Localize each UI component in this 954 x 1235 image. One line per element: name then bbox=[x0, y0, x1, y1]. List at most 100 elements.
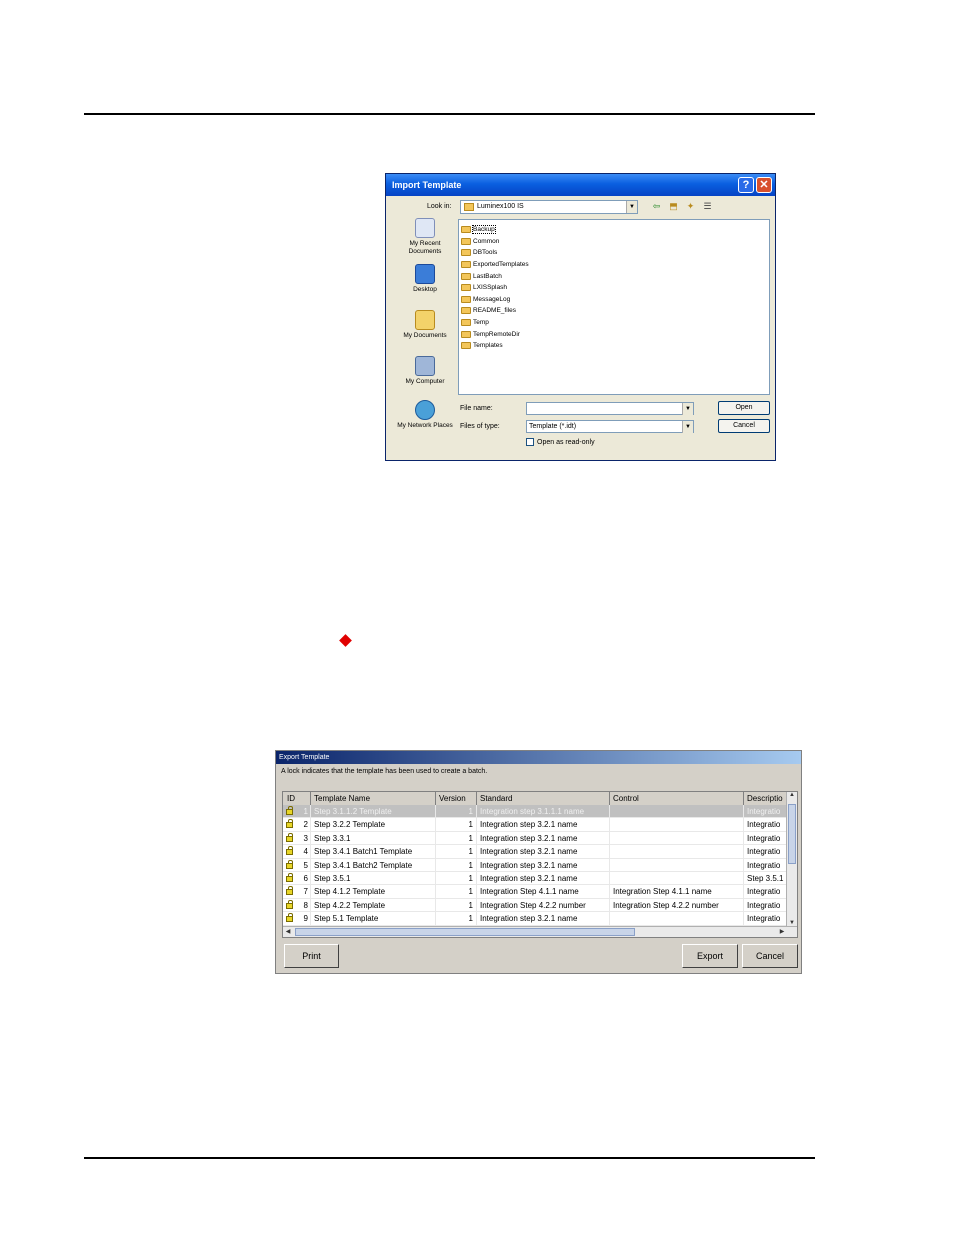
read-only-checkbox[interactable]: Open as read-only bbox=[526, 438, 595, 446]
list-item[interactable]: DBTools bbox=[461, 247, 767, 259]
navigation-toolbar: ⇦ ⬒ ✦ ☰ bbox=[650, 200, 714, 213]
header-rule bbox=[84, 113, 815, 115]
table-row[interactable]: 9 Step 5.1 Template 1 Integration step 3… bbox=[283, 912, 796, 926]
table-row[interactable]: 8 Step 4.2.2 Template 1 Integration Step… bbox=[283, 898, 796, 913]
folder-icon bbox=[464, 203, 474, 211]
chevron-down-icon[interactable]: ▼ bbox=[682, 403, 693, 415]
place-my-documents[interactable]: My Documents bbox=[394, 310, 456, 340]
folder-icon bbox=[461, 295, 471, 303]
list-item[interactable]: Templates bbox=[461, 340, 767, 352]
chevron-down-icon[interactable]: ▼ bbox=[682, 421, 693, 433]
table-row[interactable]: 4 Step 3.4.1 Batch1 Template 1 Integrati… bbox=[283, 845, 796, 859]
horizontal-scrollbar[interactable]: ◀ ▶ bbox=[283, 926, 797, 937]
table-row[interactable]: 2 Step 3.2.2 Template 1 Integration step… bbox=[283, 818, 796, 832]
export-dialog-titlebar: Export Template bbox=[276, 751, 801, 764]
import-dialog-titlebar: Import Template bbox=[386, 174, 775, 196]
list-item[interactable]: LXISSplash bbox=[461, 282, 767, 294]
close-button[interactable]: ✕ bbox=[756, 177, 772, 193]
files-of-type-label: Files of type: bbox=[460, 423, 500, 430]
folder-icon bbox=[461, 261, 471, 269]
my-documents-icon bbox=[415, 310, 435, 330]
column-header-control[interactable]: Control bbox=[610, 792, 744, 806]
vertical-scrollbar[interactable]: ▲ ▼ bbox=[786, 792, 797, 926]
view-menu-icon[interactable]: ☰ bbox=[701, 200, 714, 213]
lock-icon bbox=[286, 886, 293, 896]
checkbox-box[interactable] bbox=[526, 438, 534, 446]
lock-icon bbox=[286, 846, 293, 856]
lock-icon bbox=[286, 913, 293, 923]
template-grid[interactable]: ID Template Name Version Standard Contro… bbox=[282, 791, 798, 938]
lock-icon bbox=[286, 899, 293, 909]
scroll-up-icon[interactable]: ▲ bbox=[787, 792, 797, 798]
look-in-value: Luminex100 IS bbox=[477, 203, 524, 210]
place-network[interactable]: My Network Places bbox=[394, 400, 456, 430]
place-my-computer[interactable]: My Computer bbox=[394, 356, 456, 386]
lock-icon bbox=[286, 806, 293, 815]
scroll-thumb[interactable] bbox=[788, 804, 796, 864]
files-of-type-select[interactable]: Template (*.idt) ▼ bbox=[526, 420, 694, 433]
list-item[interactable]: Backup bbox=[461, 224, 767, 236]
import-template-dialog: Import Template ? ✕ Look in: Luminex100 … bbox=[385, 173, 776, 461]
table-row[interactable]: 3 Step 3.3.1 1 Integration step 3.2.1 na… bbox=[283, 831, 796, 846]
place-desktop[interactable]: Desktop bbox=[394, 264, 456, 294]
scroll-left-icon[interactable]: ◀ bbox=[283, 928, 293, 935]
list-item[interactable]: README_files bbox=[461, 305, 767, 317]
print-button[interactable]: Print bbox=[284, 944, 339, 968]
desktop-icon bbox=[415, 264, 435, 284]
list-item[interactable]: ExportedTemplates bbox=[461, 259, 767, 271]
folder-icon bbox=[461, 330, 471, 338]
import-dialog-title: Import Template bbox=[392, 180, 462, 190]
folder-icon bbox=[461, 226, 471, 234]
column-header-standard[interactable]: Standard bbox=[477, 792, 610, 806]
export-template-dialog: Export Template A lock indicates that th… bbox=[275, 750, 802, 974]
column-header-id[interactable]: ID bbox=[283, 792, 311, 806]
lock-note: A lock indicates that the template has b… bbox=[281, 768, 488, 775]
list-item[interactable]: Common bbox=[461, 236, 767, 248]
column-header-name[interactable]: Template Name bbox=[311, 792, 436, 806]
list-item[interactable]: Temp bbox=[461, 317, 767, 329]
folder-icon bbox=[461, 272, 471, 280]
place-recent-documents[interactable]: My Recent Documents bbox=[394, 218, 456, 256]
table-row[interactable]: 6 Step 3.5.1 1 Integration step 3.2.1 na… bbox=[283, 871, 796, 886]
grid-header: ID Template Name Version Standard Contro… bbox=[283, 792, 796, 806]
column-header-version[interactable]: Version bbox=[436, 792, 477, 806]
file-name-label: File name: bbox=[460, 405, 493, 412]
new-folder-icon[interactable]: ✦ bbox=[684, 200, 697, 213]
scroll-thumb[interactable] bbox=[295, 928, 635, 936]
lock-icon bbox=[286, 872, 293, 882]
lock-icon bbox=[286, 859, 293, 869]
table-row[interactable]: 5 Step 3.4.1 Batch2 Template 1 Integrati… bbox=[283, 858, 796, 872]
export-dialog-title: Export Template bbox=[279, 754, 330, 761]
file-name-input[interactable]: ▼ bbox=[526, 402, 694, 415]
list-item[interactable]: MessageLog bbox=[461, 294, 767, 306]
folder-icon bbox=[461, 307, 471, 315]
chevron-down-icon[interactable]: ▼ bbox=[626, 201, 637, 213]
network-places-icon bbox=[415, 400, 435, 420]
folder-icon bbox=[461, 284, 471, 292]
scroll-right-icon[interactable]: ▶ bbox=[777, 928, 787, 935]
cancel-export-button[interactable]: Cancel bbox=[742, 944, 798, 968]
look-in-dropdown[interactable]: Luminex100 IS ▼ bbox=[460, 200, 638, 214]
folder-icon bbox=[461, 249, 471, 257]
file-list[interactable]: Backup Common DBTools ExportedTemplates … bbox=[458, 219, 770, 395]
lock-icon bbox=[286, 832, 293, 842]
folder-icon bbox=[461, 237, 471, 245]
up-folder-icon[interactable]: ⬒ bbox=[667, 200, 680, 213]
look-in-label: Look in: bbox=[427, 203, 452, 210]
list-item[interactable]: TempRemoteDir bbox=[461, 328, 767, 340]
list-item[interactable]: LastBatch bbox=[461, 270, 767, 282]
export-button[interactable]: Export bbox=[682, 944, 738, 968]
recent-documents-icon bbox=[415, 218, 435, 238]
open-button[interactable]: Open bbox=[718, 401, 770, 415]
help-button[interactable]: ? bbox=[738, 177, 754, 193]
folder-icon bbox=[461, 342, 471, 350]
my-computer-icon bbox=[415, 356, 435, 376]
cancel-button[interactable]: Cancel bbox=[718, 419, 770, 433]
bullet-diamond-icon bbox=[339, 634, 352, 647]
table-row[interactable]: 7 Step 4.1.2 Template 1 Integration Step… bbox=[283, 885, 796, 899]
back-arrow-icon[interactable]: ⇦ bbox=[650, 200, 663, 213]
footer-rule bbox=[84, 1157, 815, 1159]
table-row[interactable]: 1 Step 3.1.1.2 Template 1 Integration st… bbox=[283, 805, 796, 819]
folder-icon bbox=[461, 319, 471, 327]
grid-body: 1 Step 3.1.1.2 Template 1 Integration st… bbox=[283, 805, 796, 926]
